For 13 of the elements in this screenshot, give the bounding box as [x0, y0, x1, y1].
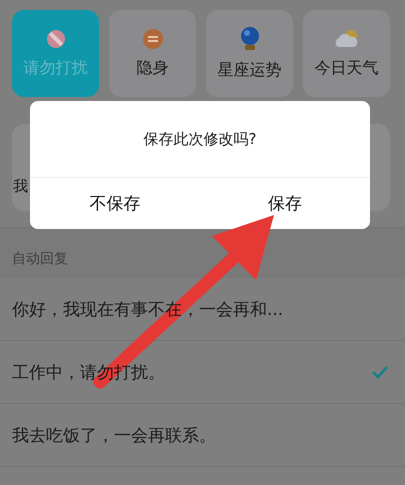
reply-item[interactable]: 你好，我现在有事不在，一会再和...: [0, 278, 405, 341]
dialog-button[interactable]: 保存: [200, 178, 370, 229]
reply-item[interactable]: 我去吃饭了，一会再联系。: [0, 404, 405, 467]
mode-tile[interactable]: 隐身: [109, 10, 196, 97]
dialog-button[interactable]: 不保存: [30, 178, 200, 229]
mode-tile[interactable]: 今日天气: [303, 10, 390, 97]
no-entry-icon: [44, 28, 66, 50]
section-header: 自动回复: [12, 250, 68, 268]
equals-circle-icon: [142, 28, 164, 50]
dialog-title: 保存此次修改吗?: [144, 130, 256, 148]
crystal-ball-icon: [238, 26, 260, 52]
mode-tile[interactable]: 星座运势: [206, 10, 293, 97]
cloud-sun-icon: [332, 28, 360, 50]
